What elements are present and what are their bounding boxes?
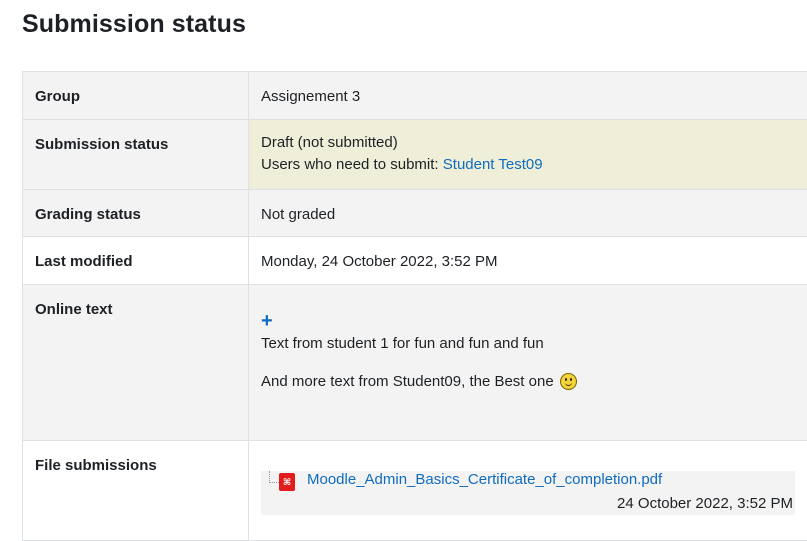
row-value-last-modified: Monday, 24 October 2022, 3:52 PM	[249, 237, 807, 285]
table-row-last-modified: Last modified Monday, 24 October 2022, 3…	[23, 237, 807, 285]
online-text-line-2-text: And more text from Student09, the Best o…	[261, 373, 558, 390]
table-row-grading-status: Grading status Not graded	[23, 190, 807, 237]
smiley-icon	[560, 373, 577, 390]
online-text-line-2: And more text from Student09, the Best o…	[261, 371, 799, 393]
file-date: 24 October 2022, 3:52 PM	[617, 495, 793, 512]
row-label-group: Group	[23, 72, 249, 120]
row-value-submission-status: Draft (not submitted) Users who need to …	[249, 120, 807, 190]
users-to-submit-label: Users who need to submit:	[261, 156, 443, 173]
expand-plus-icon[interactable]: +	[261, 311, 273, 331]
row-label-submission-status: Submission status	[23, 120, 249, 190]
pdf-icon: ⌘	[279, 473, 295, 491]
file-link[interactable]: Moodle_Admin_Basics_Certificate_of_compl…	[307, 471, 662, 488]
table-row-submission-status: Submission status Draft (not submitted) …	[23, 120, 807, 190]
table-row-online-text: Online text + Text from student 1 for fu…	[23, 285, 807, 441]
online-text-line-1: Text from student 1 for fun and fun and …	[261, 333, 799, 355]
row-value-file-submissions: ⌘ Moodle_Admin_Basics_Certificate_of_com…	[249, 441, 807, 541]
table-row-group: Group Assignement 3	[23, 72, 807, 120]
row-label-file-submissions: File submissions	[23, 441, 249, 541]
row-label-last-modified: Last modified	[23, 237, 249, 285]
row-value-grading-status: Not graded	[249, 190, 807, 237]
row-label-grading-status: Grading status	[23, 190, 249, 237]
submission-status-value: Draft (not submitted)	[261, 132, 799, 154]
tree-connector-icon	[269, 471, 279, 483]
row-value-group: Assignement 3	[249, 72, 807, 120]
row-label-online-text: Online text	[23, 285, 249, 441]
row-value-online-text: + Text from student 1 for fun and fun an…	[249, 285, 807, 441]
file-item: ⌘ Moodle_Admin_Basics_Certificate_of_com…	[261, 471, 795, 515]
submission-status-table: Group Assignement 3 Submission status Dr…	[22, 71, 807, 541]
student-link[interactable]: Student Test09	[443, 156, 543, 173]
page-title: Submission status	[22, 10, 246, 39]
users-to-submit: Users who need to submit: Student Test09	[261, 154, 799, 176]
table-row-file-submissions: File submissions ⌘ Moodle_Admin_Basics_C…	[23, 441, 807, 541]
